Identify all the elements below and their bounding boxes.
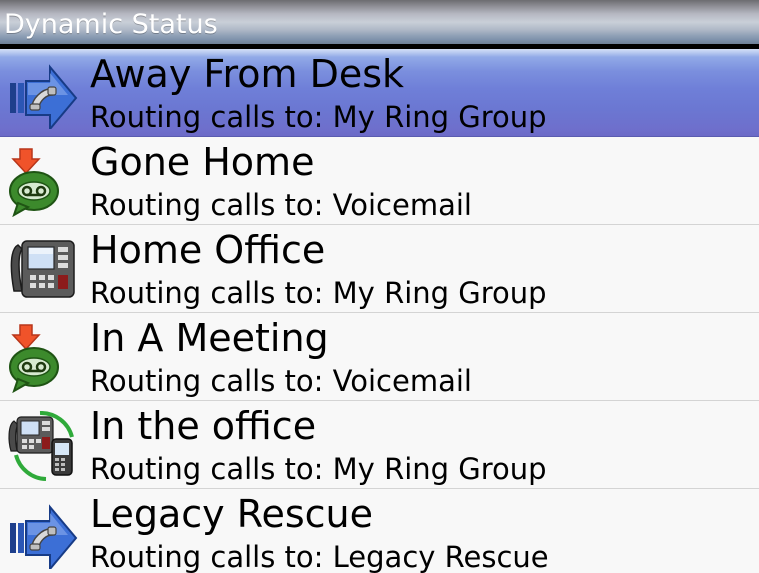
status-name: In the office [90,404,317,448]
call-forward-icon [6,59,80,129]
status-list: Away From Desk Routing calls to: My Ring… [0,49,759,573]
desk-phone-icon [6,235,80,305]
status-item-gone-home[interactable]: Gone Home Routing calls to: Voicemail [0,137,759,225]
status-item-legacy-rescue[interactable]: Legacy Rescue Routing calls to: Legacy R… [0,489,759,573]
phone-and-mobile-icon [6,411,80,481]
dynamic-status-screen: Dynamic Status Away From Desk Routing ca… [0,0,759,573]
status-item-away-from-desk[interactable]: Away From Desk Routing calls to: My Ring… [0,49,759,137]
call-forward-icon [6,499,80,569]
routing-label: Routing calls to: Legacy Rescue [90,540,549,573]
routing-label: Routing calls to: My Ring Group [90,452,547,486]
status-name: Legacy Rescue [90,492,373,536]
voicemail-icon [6,323,80,393]
status-item-in-the-office[interactable]: In the office Routing calls to: My Ring … [0,401,759,489]
voicemail-icon [6,147,80,217]
status-name: Gone Home [90,140,315,184]
status-name: Away From Desk [90,52,405,96]
status-name: Home Office [90,228,326,272]
routing-label: Routing calls to: My Ring Group [90,100,547,134]
status-name: In A Meeting [90,316,329,360]
title-bar: Dynamic Status [0,0,759,44]
routing-label: Routing calls to: Voicemail [90,364,472,398]
routing-label: Routing calls to: Voicemail [90,188,472,222]
status-item-home-office[interactable]: Home Office Routing calls to: My Ring Gr… [0,225,759,313]
routing-label: Routing calls to: My Ring Group [90,276,547,310]
status-item-in-a-meeting[interactable]: In A Meeting Routing calls to: Voicemail [0,313,759,401]
screen-title: Dynamic Status [4,9,218,40]
